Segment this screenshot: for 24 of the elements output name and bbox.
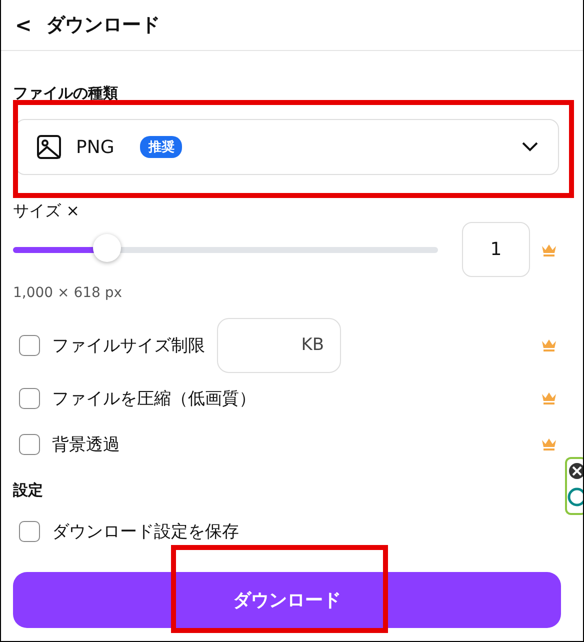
download-button[interactable]: ダウンロード	[13, 572, 561, 628]
checkbox[interactable]	[19, 334, 40, 356]
option-label: ファイルサイズ制限	[52, 334, 205, 356]
section-heading: 設定	[13, 481, 44, 500]
option-label: ファイルを圧縮（低画質）	[52, 388, 256, 410]
slider-thumb[interactable]	[92, 234, 120, 262]
input-field[interactable]: KB	[217, 318, 341, 372]
checkbox[interactable]	[19, 388, 40, 408]
size-label: サイズ ×	[13, 201, 80, 222]
option-label: ダウンロード設定を保存	[52, 520, 239, 542]
checkbox[interactable]	[19, 434, 40, 454]
file-type-dropdown[interactable]: PNG 推奨	[15, 119, 559, 175]
option-label: 背景透過	[52, 434, 120, 456]
section-heading: ファイルの種類	[13, 84, 119, 103]
image-icon	[36, 134, 62, 160]
size-input[interactable]: 1	[462, 222, 530, 277]
checkbox[interactable]	[19, 520, 40, 542]
size-slider[interactable]	[13, 234, 438, 264]
recommended-badge: 推奨	[140, 136, 182, 158]
page-title: ダウンロード	[46, 13, 160, 38]
extension-widget[interactable]	[565, 457, 583, 515]
chevron-down-icon	[522, 142, 538, 152]
dimensions-text: 1,000 × 618 px	[13, 285, 124, 301]
back-button[interactable]: <	[15, 13, 32, 37]
